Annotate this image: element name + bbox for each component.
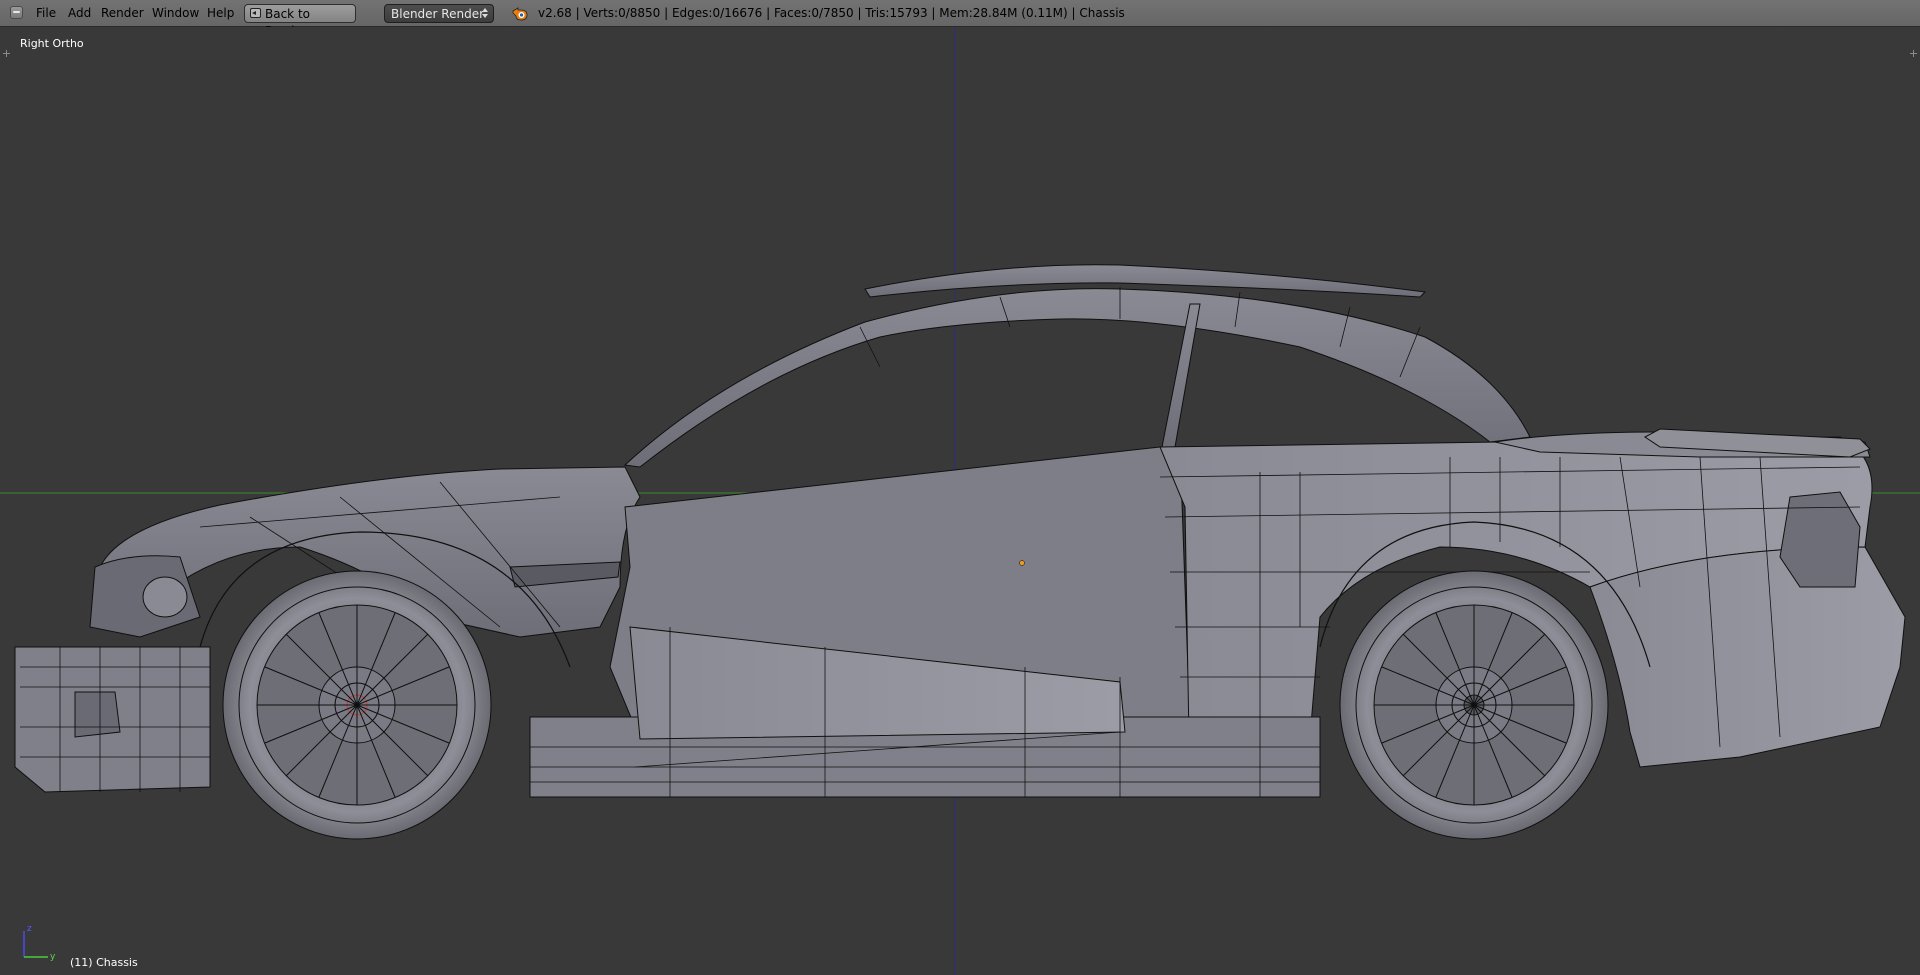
gizmo-y-label: y (50, 952, 56, 962)
menu-add[interactable]: Add (68, 6, 91, 20)
info-header: File Add Render Window Help Back to Prev… (0, 0, 1920, 38)
viewport-scene (0, 27, 1920, 975)
menu-window[interactable]: Window (152, 6, 199, 20)
axis-gizmo-icon: z y (23, 924, 56, 962)
view-name-label: Right Ortho (20, 37, 84, 50)
car-roof (623, 264, 1531, 468)
gizmo-z-label: z (27, 924, 32, 934)
split-area-corner-icon[interactable] (3, 50, 10, 57)
rear-wheel (1339, 570, 1609, 840)
origin-dot-icon (1019, 560, 1025, 566)
blender-logo-icon (512, 7, 528, 21)
updown-arrows-icon (482, 8, 488, 19)
render-engine-value: Blender Render (391, 7, 485, 21)
back-arrow-icon (250, 8, 261, 18)
blender-window: File Add Render Window Help Back to Prev… (0, 0, 1920, 975)
menu-help[interactable]: Help (207, 6, 234, 20)
editor-type-icon[interactable] (10, 6, 23, 19)
front-wheel (222, 570, 492, 840)
menu-render[interactable]: Render (101, 6, 144, 20)
back-to-previous-button[interactable]: Back to Previous (244, 4, 356, 38)
3d-viewport[interactable]: Right Ortho z y (11) Chassis (0, 27, 1920, 975)
split-area-corner-icon[interactable] (1910, 50, 1917, 57)
scene-stats: v2.68 | Verts:0/8850 | Edges:0/16676 | F… (538, 6, 1125, 20)
render-engine-select[interactable]: Blender Render (384, 4, 494, 23)
active-object-info: (11) Chassis (70, 956, 138, 969)
menu-file[interactable]: File (36, 6, 56, 20)
